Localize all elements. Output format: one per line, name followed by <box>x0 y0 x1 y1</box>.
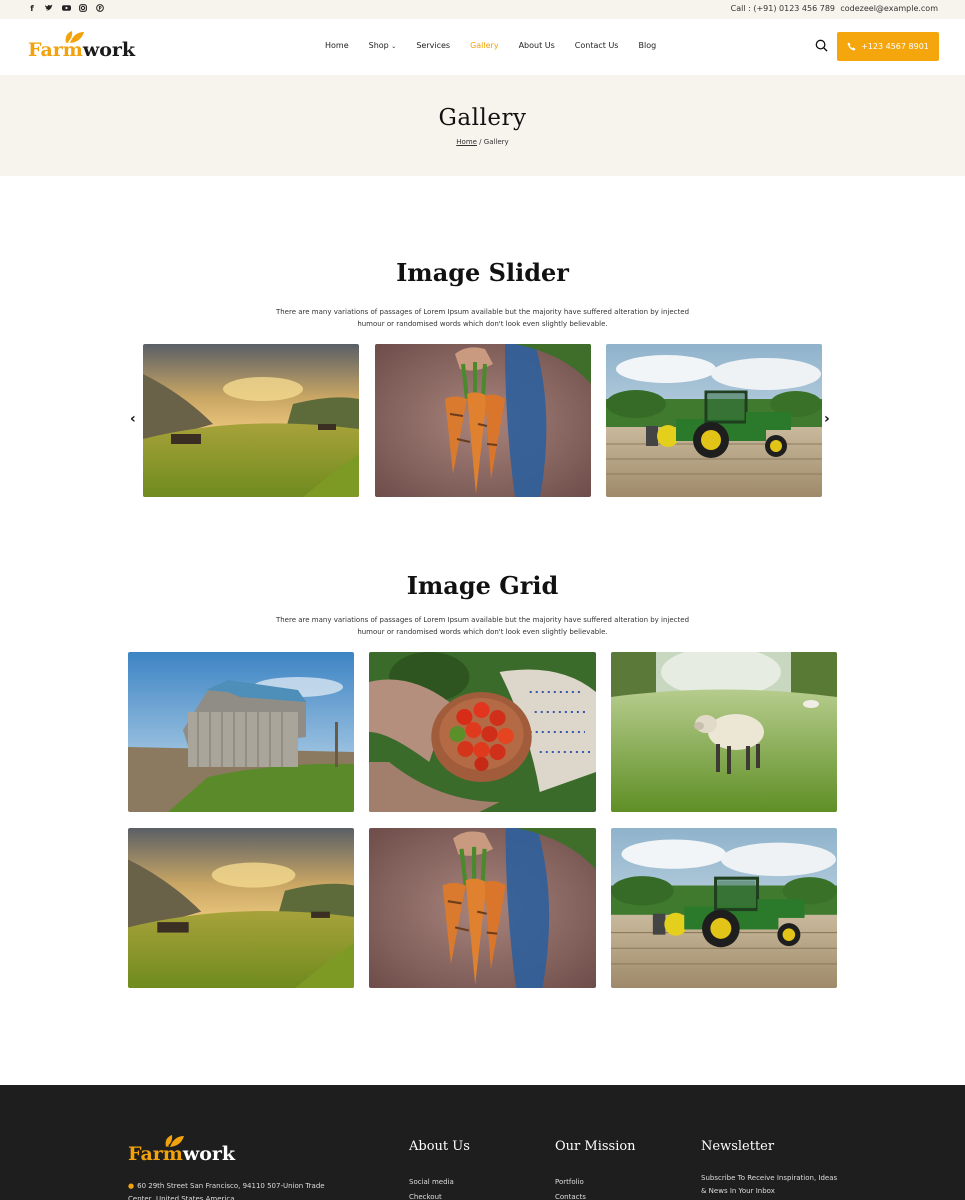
nav-services[interactable]: Services <box>416 41 450 50</box>
youtube-icon[interactable] <box>62 4 71 13</box>
breadcrumb: Home / Gallery <box>0 138 965 146</box>
breadcrumb-separator: / <box>476 138 484 146</box>
contact-phone: Call : (+91) 0123 456 789 <box>730 4 835 13</box>
phone-button-label: +123 4567 8901 <box>861 42 929 51</box>
footer-mission-title: Our Mission <box>555 1139 636 1154</box>
search-icon[interactable] <box>815 39 828 52</box>
nav-shop[interactable]: Shop ⌄ <box>369 41 397 50</box>
main-nav: Home Shop ⌄ Services Gallery About Us Co… <box>325 41 676 50</box>
pinterest-icon[interactable] <box>96 4 104 13</box>
social-links: f <box>28 4 104 13</box>
grid-image-tomatoes[interactable] <box>369 652 596 812</box>
grid-image-tractor[interactable] <box>611 828 837 988</box>
nav-contact[interactable]: Contact Us <box>575 41 619 50</box>
footer-link-portfolio[interactable]: Portfolio <box>555 1176 636 1189</box>
nav-blog[interactable]: Blog <box>638 41 656 50</box>
logo-text-work: work <box>82 39 136 61</box>
grid-image-valley[interactable] <box>128 828 354 988</box>
slider-prev-button[interactable]: ‹ <box>130 411 136 427</box>
contact-email[interactable]: codezeel@example.com <box>840 4 938 13</box>
footer-newsletter-column: Newsletter Subscribe To Receive Inspirat… <box>701 1139 841 1198</box>
footer-newsletter-title: Newsletter <box>701 1139 775 1154</box>
slider-image-valley[interactable] <box>143 344 359 497</box>
footer-link-checkout[interactable]: Checkout <box>409 1191 470 1200</box>
twitter-icon[interactable] <box>45 4 53 13</box>
slider-description: There are many variations of passages of… <box>275 308 690 328</box>
footer-logo[interactable]: Farmwork <box>128 1143 235 1165</box>
top-bar: f Call : (+91) 0123 456 789 codezeel@exa… <box>0 0 965 19</box>
footer-newsletter-text: Subscribe To Receive Inspiration, Ideas … <box>701 1174 838 1195</box>
leaf-logo-icon <box>162 1134 186 1148</box>
nav-shop-label: Shop <box>368 41 389 50</box>
footer-logo-text-work: work <box>182 1143 236 1165</box>
grid-title: Image Grid <box>406 571 559 600</box>
breadcrumb-current: Gallery <box>483 138 509 146</box>
site-header: Farmwork Home Shop ⌄ Services Gallery Ab… <box>0 19 965 75</box>
facebook-icon[interactable]: f <box>28 4 36 13</box>
footer-address: ● 60 29th Street San Francisco, 94110 507… <box>128 1180 328 1200</box>
slider-image-carrots[interactable] <box>375 344 591 497</box>
footer-mission-column: Our Mission Portfolio Contacts <box>555 1139 636 1200</box>
nav-about[interactable]: About Us <box>519 41 555 50</box>
site-footer: Farmwork ● 60 29th Street San Francisco, … <box>0 1085 965 1200</box>
nav-home[interactable]: Home <box>325 41 349 50</box>
nav-gallery[interactable]: Gallery <box>470 41 499 50</box>
location-pin-icon: ● <box>128 1182 135 1190</box>
grid-description: There are many variations of passages of… <box>275 616 690 636</box>
instagram-icon[interactable] <box>79 4 87 13</box>
phone-button[interactable]: +123 4567 8901 <box>837 32 939 61</box>
chevron-down-icon: ⌄ <box>391 43 397 50</box>
footer-address-text: 60 29th Street San Francisco, 94110 507-… <box>128 1182 325 1200</box>
footer-link-contacts[interactable]: Contacts <box>555 1191 636 1200</box>
footer-link-social-media[interactable]: Social media <box>409 1176 470 1189</box>
page-title: Gallery <box>438 105 527 131</box>
leaf-logo-icon <box>62 30 86 44</box>
slider-next-button[interactable]: › <box>824 411 830 427</box>
page-banner: Gallery Home / Gallery <box>0 75 965 176</box>
slider-title: Image Slider <box>396 258 569 287</box>
slider-image-tractor[interactable] <box>606 344 822 497</box>
phone-icon <box>847 42 856 51</box>
grid-image-carrots[interactable] <box>369 828 596 988</box>
footer-about-title: About Us <box>409 1139 470 1154</box>
footer-about-column: About Us Social media Checkout <box>409 1139 470 1200</box>
site-logo[interactable]: Farmwork <box>28 39 135 61</box>
grid-image-sheep[interactable] <box>611 652 837 812</box>
grid-image-barn[interactable] <box>128 652 354 812</box>
breadcrumb-home[interactable]: Home <box>456 138 477 146</box>
